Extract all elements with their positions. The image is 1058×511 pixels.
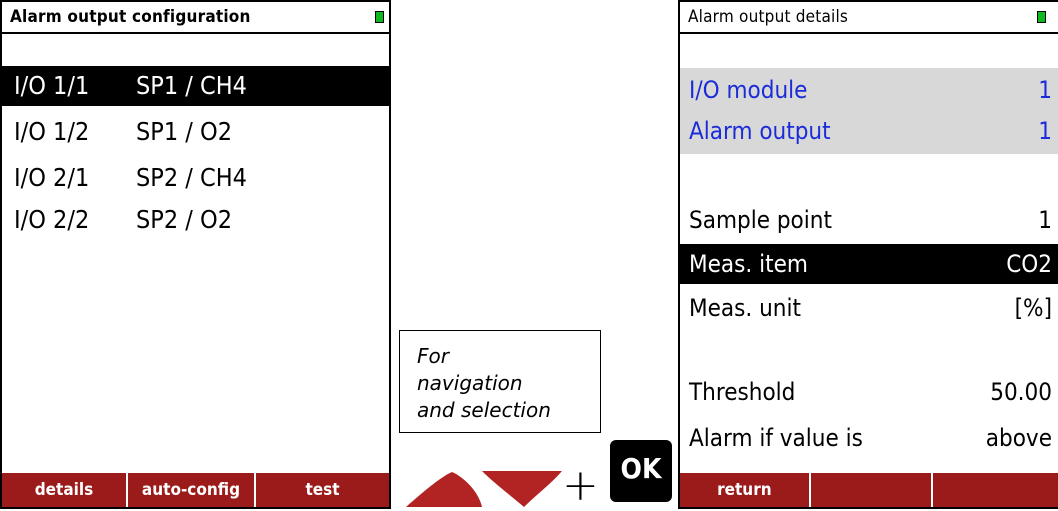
list-item[interactable]: I/O 2/1 SP2 / CH4 <box>2 158 389 198</box>
blank-softkey[interactable] <box>933 473 1058 507</box>
sample-channel-label: SP1 / O2 <box>136 117 233 146</box>
sample-channel-label: SP1 / CH4 <box>136 71 247 100</box>
alarm-output-row: Alarm output 1 <box>680 111 1058 151</box>
screen-title: Alarm output configuration <box>2 2 389 34</box>
details-softkey[interactable]: details <box>2 473 128 507</box>
navigation-note: For navigation and selection <box>399 330 601 433</box>
blank-softkey[interactable] <box>811 473 934 507</box>
threshold-row[interactable]: Threshold 50.00 <box>680 372 1058 412</box>
alarm-condition-value: above <box>985 424 1052 452</box>
sample-point-row[interactable]: Sample point 1 <box>680 200 1058 240</box>
io-module-row: I/O module 1 <box>680 70 1058 110</box>
alarm-output-details-screen: Alarm output details I/O module 1 Alarm … <box>678 0 1058 509</box>
meas-unit-row[interactable]: Meas. unit [%] <box>680 288 1058 328</box>
screen-title: Alarm output details <box>680 2 1058 34</box>
list-item[interactable]: I/O 2/2 SP2 / O2 <box>2 200 389 240</box>
return-softkey[interactable]: return <box>680 473 811 507</box>
navigation-keys <box>406 471 562 507</box>
io-label: I/O 2/2 <box>14 205 90 234</box>
test-softkey[interactable]: test <box>256 473 389 507</box>
io-label: I/O 1/2 <box>14 117 90 146</box>
sample-channel-label: SP2 / CH4 <box>136 163 247 192</box>
softkey-bar: details auto-config test <box>2 473 389 507</box>
sample-channel-label: SP2 / O2 <box>136 205 233 234</box>
auto-config-softkey[interactable]: auto-config <box>128 473 256 507</box>
io-module-value: 1 <box>1038 76 1052 104</box>
alarm-output-label: Alarm output <box>689 117 831 145</box>
alarm-output-value: 1 <box>1038 117 1052 145</box>
ok-key[interactable]: OK <box>610 440 672 502</box>
alarm-output-configuration-screen: Alarm output configuration I/O 1/1 SP1 /… <box>0 0 391 509</box>
threshold-value: 50.00 <box>990 378 1052 406</box>
down-arrow-key-icon[interactable] <box>482 471 562 507</box>
meas-item-value: CO2 <box>1006 250 1052 278</box>
note-line: navigation <box>417 371 523 395</box>
threshold-label: Threshold <box>689 378 796 406</box>
title-text: Alarm output configuration <box>10 7 251 27</box>
meas-unit-label: Meas. unit <box>689 294 801 322</box>
sample-point-label: Sample point <box>689 206 832 234</box>
io-label: I/O 2/1 <box>14 163 90 192</box>
note-line: and selection <box>417 398 551 422</box>
note-line: For <box>417 344 449 368</box>
status-led-icon <box>375 11 384 23</box>
meas-unit-value: [%] <box>1014 294 1052 322</box>
alarm-condition-row[interactable]: Alarm if value is above <box>680 418 1058 458</box>
plus-sign: + <box>562 460 599 511</box>
alarm-condition-label: Alarm if value is <box>689 424 863 452</box>
io-label: I/O 1/1 <box>14 71 90 100</box>
status-led-icon <box>1037 11 1046 23</box>
title-text: Alarm output details <box>688 7 849 27</box>
up-arrow-key-icon[interactable] <box>406 472 482 507</box>
sample-point-value: 1 <box>1038 206 1052 234</box>
list-item[interactable]: I/O 1/2 SP1 / O2 <box>2 112 389 152</box>
softkey-bar: return <box>680 473 1058 507</box>
meas-item-row[interactable]: Meas. item CO2 <box>680 244 1058 284</box>
meas-item-label: Meas. item <box>689 250 808 278</box>
io-module-label: I/O module <box>689 76 808 104</box>
list-item[interactable]: I/O 1/1 SP1 / CH4 <box>2 66 389 106</box>
